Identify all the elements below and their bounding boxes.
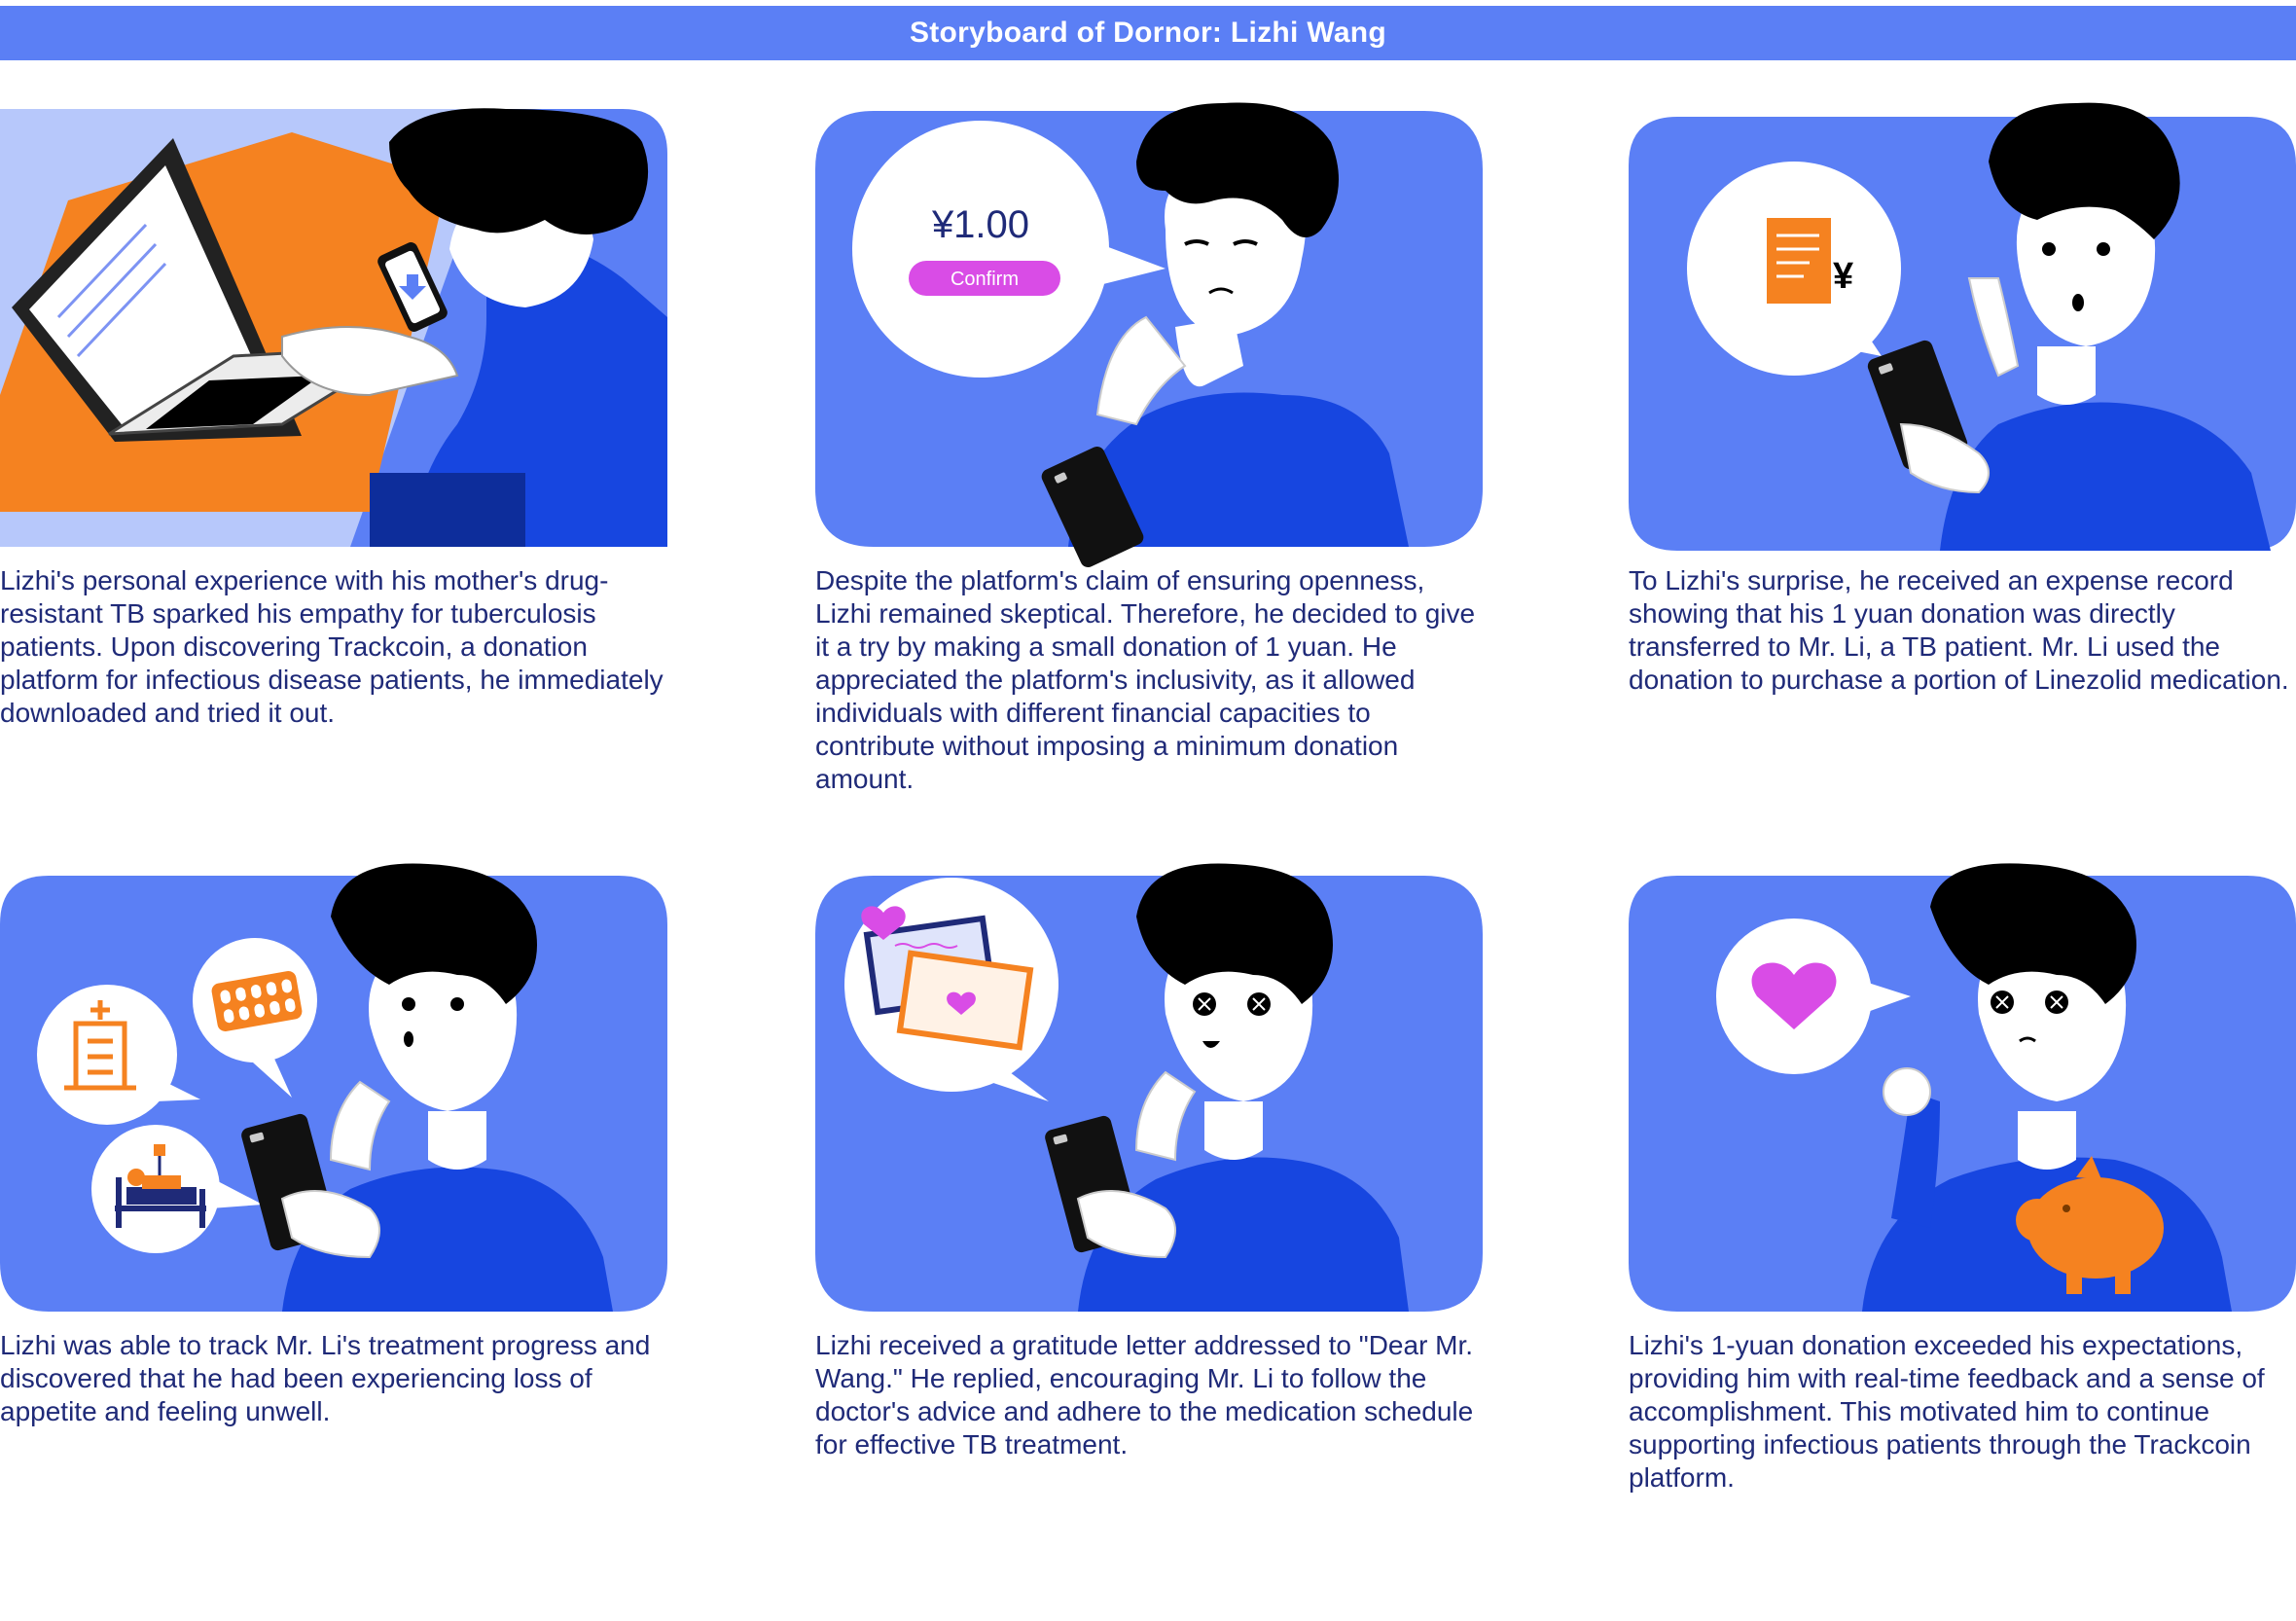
- panel-5-caption: Lizhi received a gratitude letter addres…: [815, 1330, 1474, 1459]
- panel-2-caption: Despite the platform's claim of ensuring…: [815, 565, 1476, 794]
- panel-5-illustration: [815, 863, 1483, 1315]
- panel-6-illustration: [1629, 863, 2296, 1315]
- page-title: Storyboard of Dornor: Lizhi Wang: [909, 17, 1387, 49]
- storyboard-panel-6: Lizhi's 1-yuan donation exceeded his exp…: [1629, 863, 2296, 1495]
- panel-1-illustration: [0, 103, 667, 551]
- panel-2-illustration: ¥1.00 Confirm: [815, 102, 1483, 568]
- confirm-button-label: Confirm: [951, 269, 1019, 290]
- storyboard-panel-1: Lizhi's personal experience with his mot…: [0, 103, 667, 730]
- panel-3-illustration: ¥: [1629, 102, 2296, 551]
- storyboard-panel-2: ¥1.00 Confirm Despite the platform's cla…: [815, 102, 1483, 796]
- storyboard-panel-4: Lizhi was able to track Mr. Li's treatme…: [0, 863, 667, 1428]
- yuan-glyph: ¥: [1833, 256, 1853, 297]
- page-title-bar: Storyboard of Dornor: Lizhi Wang: [0, 6, 2296, 60]
- speech-bubble: ¥: [1687, 162, 1901, 376]
- panel-4-illustration: [0, 863, 667, 1315]
- panel-4-caption: Lizhi was able to track Mr. Li's treatme…: [0, 1330, 651, 1426]
- panel-1-caption: Lizhi's personal experience with his mot…: [0, 565, 664, 728]
- storyboard-panel-5: Lizhi received a gratitude letter addres…: [815, 863, 1483, 1461]
- storyboard-panel-3: ¥ To Lizhi's surprise, he received an ex…: [1629, 102, 2296, 697]
- panel-6-caption: Lizhi's 1-yuan donation exceeded his exp…: [1629, 1330, 2265, 1493]
- bubble-amount: ¥1.00: [931, 203, 1029, 246]
- panel-3-caption: To Lizhi's surprise, he received an expe…: [1629, 565, 2289, 695]
